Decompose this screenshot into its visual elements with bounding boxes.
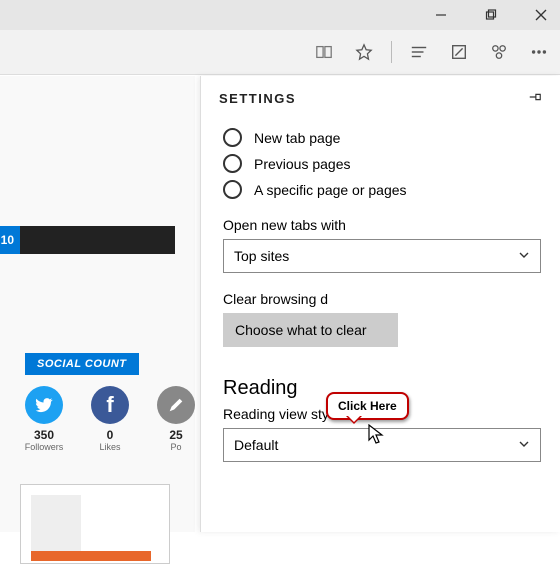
window-titlebar — [0, 0, 560, 30]
social-item-other[interactable]: 25 Po — [152, 386, 200, 452]
more-icon[interactable] — [526, 39, 552, 65]
choose-what-to-clear-button[interactable]: Choose what to clear — [223, 313, 398, 347]
webnote-icon[interactable] — [446, 39, 472, 65]
page-card-accent — [31, 551, 151, 561]
social-count-label: Followers — [25, 442, 64, 452]
social-item-facebook[interactable]: f 0 Likes — [86, 386, 134, 452]
radio-new-tab-page[interactable]: New tab page — [223, 128, 538, 147]
social-count-label: Likes — [99, 442, 120, 452]
radio-previous-pages[interactable]: Previous pages — [223, 154, 538, 173]
reading-list-icon[interactable] — [311, 39, 337, 65]
radio-icon — [223, 154, 242, 173]
social-count-heading: SOCIAL COUNT — [25, 353, 139, 375]
open-new-tabs-dropdown[interactable]: Top sites — [223, 239, 541, 273]
pin-icon[interactable] — [528, 90, 542, 107]
social-count-value: 25 — [169, 428, 182, 442]
social-count-label: Po — [170, 442, 181, 452]
social-count-value: 0 — [107, 428, 114, 442]
minimize-button[interactable] — [428, 2, 454, 28]
radio-label: New tab page — [254, 130, 340, 146]
clear-browsing-data-label: Clear browsing d — [223, 291, 538, 307]
settings-panel: SETTINGS New tab page Previous pages A s… — [200, 76, 560, 532]
social-count-value: 350 — [34, 428, 54, 442]
twitter-icon — [25, 386, 63, 424]
webpage-background: S 10 SOCIAL COUNT 350 Followers f 0 Like… — [0, 76, 195, 532]
page-card — [20, 484, 170, 564]
page-card-thumb — [31, 495, 81, 553]
button-label: Choose what to clear — [235, 322, 367, 338]
radio-label: Previous pages — [254, 156, 351, 172]
share-icon[interactable] — [486, 39, 512, 65]
page-blue-tab: S 10 — [0, 226, 20, 254]
dropdown-value: Top sites — [234, 248, 289, 264]
radio-icon — [223, 180, 242, 199]
settings-title: SETTINGS — [219, 91, 296, 106]
chevron-down-icon — [518, 437, 530, 453]
content-area: S 10 SOCIAL COUNT 350 Followers f 0 Like… — [0, 76, 560, 532]
facebook-icon: f — [91, 386, 129, 424]
cursor-icon — [368, 424, 386, 449]
browser-toolbar — [0, 30, 560, 75]
favorites-star-icon[interactable] — [351, 39, 377, 65]
toolbar-separator — [391, 41, 392, 63]
social-item-twitter[interactable]: 350 Followers — [20, 386, 68, 452]
pencil-icon — [157, 386, 195, 424]
radio-specific-page[interactable]: A specific page or pages — [223, 180, 538, 199]
social-row: 350 Followers f 0 Likes 25 Po — [20, 386, 200, 452]
chevron-down-icon — [518, 248, 530, 264]
close-button[interactable] — [528, 2, 554, 28]
tutorial-callout: Click Here — [326, 392, 409, 420]
dropdown-value: Default — [234, 437, 278, 453]
hub-icon[interactable] — [406, 39, 432, 65]
maximize-button[interactable] — [478, 2, 504, 28]
radio-label: A specific page or pages — [254, 182, 407, 198]
page-dark-bar — [20, 226, 175, 254]
radio-icon — [223, 128, 242, 147]
open-new-tabs-label: Open new tabs with — [223, 217, 538, 233]
